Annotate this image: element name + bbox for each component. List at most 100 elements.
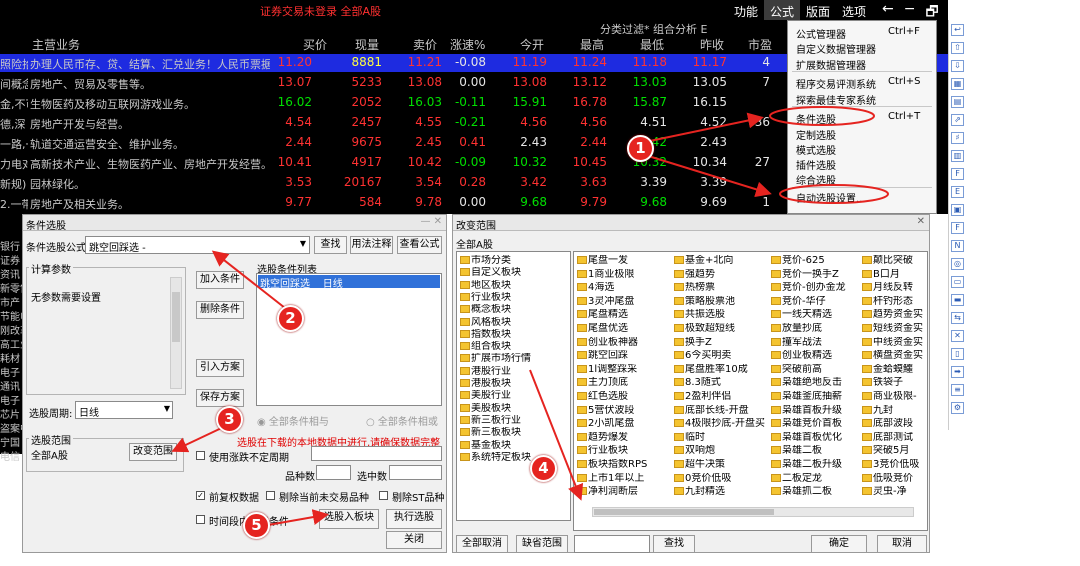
find-button[interactable]: 查找 (314, 236, 347, 254)
block-item[interactable]: 底部长线-开盘 (674, 405, 769, 417)
radio-or[interactable]: ○ 全部条件相或 (366, 413, 438, 428)
toolbar-icon[interactable]: ▦ (951, 78, 964, 90)
block-item[interactable]: 枭雄首板优化 (771, 432, 861, 444)
toolbar-icon[interactable]: ⇗ (951, 114, 964, 126)
timeframe-checkbox[interactable] (196, 515, 205, 524)
menu-item[interactable]: 程序交易评测系统 (796, 76, 876, 91)
menu-item[interactable]: 公式管理器 (796, 26, 846, 41)
tree-item[interactable]: 行业板块 (460, 292, 511, 304)
col-volume[interactable]: 现量 (355, 36, 379, 53)
exclude-untraded-checkbox[interactable] (266, 491, 275, 500)
block-item[interactable]: 灵虫-净 (862, 486, 927, 498)
block-item[interactable]: 短线资金实 (862, 323, 927, 335)
block-item[interactable]: 换手Z (674, 337, 769, 349)
tree-item[interactable]: 基金板块 (460, 440, 511, 452)
block-item[interactable]: 枭雄抓二板 (771, 486, 861, 498)
ok-button[interactable]: 确定 (811, 535, 867, 553)
block-item[interactable]: 趋势资金实 (862, 309, 927, 321)
block-item[interactable]: 底部测试 (862, 432, 927, 444)
block-item[interactable]: 2小凯尾盘 (577, 418, 672, 430)
block-item[interactable]: 主力顶底 (577, 377, 672, 389)
tree-item[interactable]: 扩展市场行情 (460, 353, 531, 365)
block-item[interactable]: 月线反转 (862, 282, 927, 294)
menu-options[interactable]: 选项 (836, 0, 872, 20)
block-item[interactable]: 中线资金实 (862, 337, 927, 349)
block-item[interactable]: 尾盘一发 (577, 255, 672, 267)
block-item[interactable]: 3竞价低吸 (862, 459, 927, 471)
toolbar-icon[interactable]: ✕ (951, 330, 964, 342)
menu-layout[interactable]: 版面 (800, 0, 836, 20)
period-select[interactable]: 日线 ▼ (75, 401, 173, 419)
block-item[interactable]: 横盘资金实 (862, 350, 927, 362)
block-item[interactable]: 1商业极限 (577, 269, 672, 281)
toolbar-icon[interactable]: ▯ (951, 348, 964, 360)
block-item[interactable]: 一线天精选 (771, 309, 861, 321)
tree-item[interactable]: 美股板块 (460, 403, 511, 415)
block-item[interactable]: B口月 (862, 269, 927, 281)
tree-item[interactable]: 新三板行业 (460, 415, 521, 427)
block-item[interactable]: 枭雄竞价首板 (771, 418, 861, 430)
block-item[interactable]: 板块指数RPS (577, 459, 672, 471)
toolbar-icon[interactable]: ▣ (951, 204, 964, 216)
delete-condition-button[interactable]: 删除条件 (196, 301, 244, 319)
varperiod-input[interactable] (311, 446, 442, 461)
toolbar-icon[interactable]: ▤ (951, 96, 964, 108)
menu-item[interactable]: 插件选股 (796, 157, 836, 172)
block-item[interactable]: 3灵冲尾盘 (577, 296, 672, 308)
block-item[interactable]: 底部波段 (862, 418, 927, 430)
menu-item[interactable]: 自定义数据管理器 (796, 41, 876, 56)
formula-select[interactable]: 跳空回踩选 - ▼ (85, 236, 310, 254)
block-item[interactable]: 创业板神器 (577, 337, 672, 349)
block-item[interactable]: 2盈利伴侣 (674, 391, 769, 403)
block-item[interactable]: 突破前高 (771, 364, 861, 376)
col-high[interactable]: 最高 (580, 36, 604, 53)
grid-scrollbar[interactable] (592, 507, 914, 517)
block-item[interactable]: 强趋势 (674, 269, 769, 281)
close-icon[interactable]: ✕ (917, 216, 925, 227)
block-item[interactable]: 颠比突破 (862, 255, 927, 267)
col-pe[interactable]: 市盈 (748, 36, 772, 53)
view-formula-button[interactable]: 查看公式 (397, 236, 442, 254)
toolbar-icon[interactable]: ⇩ (951, 60, 964, 72)
cancel-all-button[interactable]: 全部取消 (456, 535, 508, 553)
find-block-button[interactable]: 查找 (653, 535, 695, 553)
block-item[interactable]: 竞价-625 (771, 255, 861, 267)
col-speed[interactable]: 涨速% (450, 36, 485, 53)
tree-item[interactable]: 美股行业 (460, 390, 511, 402)
block-item[interactable]: 净利润断层 (577, 486, 672, 498)
toolbar-icon[interactable]: ⇧ (951, 42, 964, 54)
col-buy[interactable]: 买价 (303, 36, 327, 53)
block-item[interactable]: 低吸竞价 (862, 473, 927, 485)
block-item[interactable]: 竞价一换手Z (771, 269, 861, 281)
tree-item[interactable]: 市场分类 (460, 255, 511, 267)
block-item[interactable]: 1l调整踩采 (577, 364, 672, 376)
block-item[interactable]: 枭雄绝地反击 (771, 377, 861, 389)
block-item[interactable]: 行业板块 (577, 445, 672, 457)
prev-adjust-checkbox[interactable]: ✓ (196, 491, 205, 500)
toolbar-icon[interactable]: ▬ (951, 294, 964, 306)
menu-item[interactable]: 定制选股 (796, 127, 836, 142)
block-item[interactable]: 放量抄底 (771, 323, 861, 335)
block-item[interactable]: 突破5月 (862, 445, 927, 457)
toolbar-icon[interactable]: E (951, 186, 964, 198)
varperiod-checkbox[interactable] (196, 451, 205, 460)
col-prev-close[interactable]: 昨收 (700, 36, 724, 53)
menu-item[interactable]: 模式选股 (796, 142, 836, 157)
block-item[interactable]: 基金+北向 (674, 255, 769, 267)
toolbar-icon[interactable]: ▥ (951, 150, 964, 162)
block-item[interactable]: 极致超短线 (674, 323, 769, 335)
block-item[interactable]: 共振选股 (674, 309, 769, 321)
toolbar-icon[interactable]: ≡ (951, 384, 964, 396)
menu-item[interactable]: 条件选股 (796, 111, 836, 126)
toolbar-icon[interactable]: ♯ (951, 132, 964, 144)
close-button[interactable]: 关闭 (386, 531, 442, 549)
block-item[interactable]: 4极限抄底-开盘买 (674, 418, 769, 430)
col-low[interactable]: 最低 (640, 36, 664, 53)
import-plan-button[interactable]: 引入方案 (196, 359, 244, 377)
add-condition-button[interactable]: 加入条件 (196, 271, 244, 289)
block-item[interactable]: 超牛决策 (674, 459, 769, 471)
toolbar-icon[interactable]: N (951, 240, 964, 252)
block-item[interactable]: 商业极限- (862, 391, 927, 403)
block-item[interactable]: 九封精选 (674, 486, 769, 498)
block-item[interactable]: 6今买明卖 (674, 350, 769, 362)
